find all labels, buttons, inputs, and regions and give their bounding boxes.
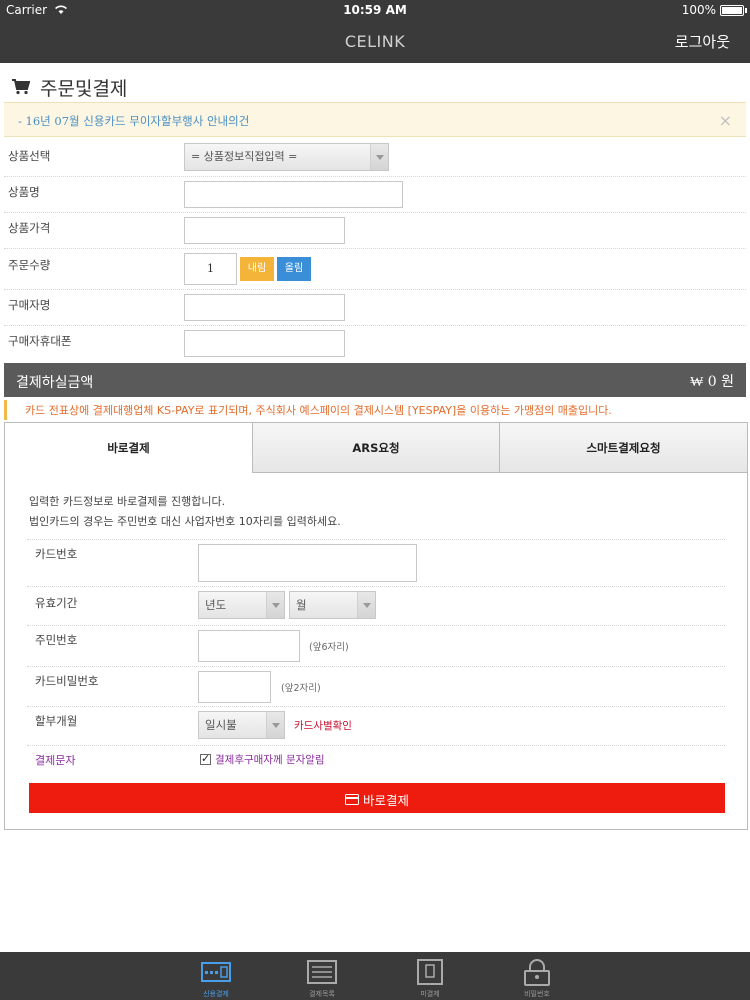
- product-price-input[interactable]: [184, 217, 345, 244]
- sms-label: 결제문자: [35, 754, 76, 767]
- intro-line-1: 입력한 카드정보로 바로결제를 진행합니다.: [29, 495, 226, 508]
- notice-text[interactable]: - 16년 07월 신용카드 무이자할부행사 안내의건: [18, 113, 249, 129]
- installment-row: 할부개월 일시불 카드사별확인: [27, 707, 725, 746]
- status-bar: Carrier 10:59 AM 100%: [0, 0, 750, 20]
- check-icon: ✓: [201, 752, 211, 765]
- sms-checkbox-label[interactable]: 결제후구매자께 문자알림: [215, 752, 325, 767]
- form-row-product-name: 상품명: [4, 177, 746, 213]
- lock-icon: [524, 959, 550, 986]
- select-arrow-box: [266, 712, 284, 738]
- resident-number-label: 주민번호: [35, 633, 78, 647]
- installment-value: 일시불: [205, 718, 237, 732]
- buyer-phone-label: 구매자휴대폰: [8, 334, 72, 348]
- intro-line-2: 법인카드의 경우는 주민번호 대신 사업자번호 10자리를 입력하세요.: [29, 515, 341, 528]
- quantity-input[interactable]: 1: [184, 253, 237, 285]
- form-row-product-price: 상품가격: [4, 213, 746, 249]
- total-amount: ₩ 0 원: [690, 374, 734, 390]
- form-row-quantity: 주문수량 1 내림 올림: [4, 249, 746, 290]
- product-select-label: 상품선택: [8, 149, 51, 163]
- total-amount-bar: 결제하실금액 ₩ 0 원: [4, 363, 746, 397]
- expiry-row: 유효기간 년도 월: [27, 587, 725, 626]
- form-row-buyer-phone: 구매자휴대폰: [4, 326, 746, 362]
- pay-now-label: 바로결제: [362, 793, 409, 808]
- expiry-month-value: 월: [296, 598, 307, 612]
- pay-now-button[interactable]: 바로결제: [29, 783, 725, 813]
- expiry-month-select[interactable]: 월: [289, 591, 376, 619]
- card-reader-icon: [201, 962, 231, 982]
- installment-select[interactable]: 일시불: [198, 711, 285, 739]
- buyer-name-input[interactable]: [184, 294, 345, 321]
- expiry-year-value: 년도: [205, 598, 227, 612]
- card-check-link[interactable]: 카드사별확인: [294, 718, 352, 733]
- buyer-phone-input[interactable]: [184, 330, 345, 357]
- pay-now-button-inner: 바로결제: [29, 790, 725, 809]
- battery-percent: 100%: [681, 3, 716, 17]
- sms-checkbox[interactable]: ✓: [200, 752, 211, 765]
- tab-payment-list-label: 결제목록: [309, 990, 335, 998]
- payment-warning: 카드 전표상에 결제대행업체 KS-PAY로 표기되며, 주식회사 예스페이의 …: [4, 400, 746, 420]
- product-select-value: = 상품정보직접입력 =: [191, 150, 298, 163]
- buyer-name-label: 구매자명: [8, 298, 51, 312]
- form-row-buyer-name: 구매자명: [4, 290, 746, 326]
- product-select[interactable]: = 상품정보직접입력 =: [184, 143, 389, 171]
- payment-panel: 바로결제 ARS요청 스마트결제요청 입력한 카드정보로 바로결제를 진행합니다…: [4, 422, 748, 830]
- tab-credit-payment-label: 신용결제: [203, 990, 229, 998]
- tab-credit-payment[interactable]: 신용결제: [186, 952, 246, 1000]
- document-icon: [417, 959, 443, 985]
- page-title: 주문및결제: [40, 77, 128, 100]
- tab-unpaid[interactable]: 미결제: [400, 952, 460, 1000]
- close-icon[interactable]: ×: [719, 111, 732, 130]
- battery-tip: [745, 8, 747, 13]
- tab-smart-payment-request[interactable]: 스마트결제요청: [500, 423, 747, 473]
- app-title: CELINK: [344, 32, 406, 51]
- select-arrow-box: [266, 592, 284, 618]
- resident-number-row: 주민번호 (앞6자리): [27, 626, 725, 667]
- chevron-down-icon: [272, 603, 280, 608]
- select-arrow-box: [357, 592, 375, 618]
- tab-password-label: 비밀번호: [524, 990, 550, 998]
- tab-direct-payment[interactable]: 바로결제: [5, 423, 253, 473]
- page-header: 주문및결제: [12, 75, 128, 100]
- payment-tabs: 바로결제 ARS요청 스마트결제요청: [5, 423, 747, 473]
- bottom-tab-bar: 신용결제 결제목록 미결제 비밀번호: [0, 952, 750, 1000]
- quantity-label: 주문수량: [8, 258, 51, 272]
- nav-bar: CELINK 로그아웃: [0, 20, 750, 63]
- payment-warning-text: 카드 전표상에 결제대행업체 KS-PAY로 표기되며, 주식회사 예스페이의 …: [25, 404, 612, 417]
- card-password-hint: (앞2자리): [281, 683, 321, 694]
- installment-label: 할부개월: [35, 714, 78, 728]
- quantity-down-button[interactable]: 내림: [240, 257, 274, 281]
- card-password-label: 카드비밀번호: [35, 674, 99, 688]
- tab-unpaid-label: 미결제: [420, 990, 440, 998]
- card-number-row: 카드번호: [27, 539, 725, 587]
- resident-number-hint: (앞6자리): [309, 642, 349, 653]
- list-icon: [307, 960, 337, 984]
- product-name-label: 상품명: [8, 185, 40, 199]
- quantity-up-button[interactable]: 올림: [277, 257, 311, 281]
- expiry-label: 유효기간: [35, 596, 78, 610]
- tab-payment-list[interactable]: 결제목록: [292, 952, 352, 1000]
- product-price-label: 상품가격: [8, 221, 51, 235]
- logout-button[interactable]: 로그아웃: [675, 31, 730, 52]
- form-row-product-select: 상품선택 = 상품정보직접입력 =: [4, 140, 746, 177]
- credit-card-icon: [344, 794, 359, 805]
- tab-ars-request[interactable]: ARS요청: [253, 423, 500, 473]
- battery-icon: [720, 5, 744, 16]
- card-password-input[interactable]: [198, 671, 271, 703]
- tab-password[interactable]: 비밀번호: [507, 952, 567, 1000]
- resident-number-input[interactable]: [198, 630, 300, 662]
- select-arrow-box: [370, 144, 388, 170]
- notice-banner[interactable]: - 16년 07월 신용카드 무이자할부행사 안내의건 ×: [4, 102, 746, 137]
- card-number-input[interactable]: [198, 544, 417, 582]
- cart-icon: [12, 79, 30, 95]
- clock: 10:59 AM: [343, 3, 407, 17]
- sms-row: 결제문자 ✓ 결제후구매자께 문자알림: [27, 746, 725, 774]
- card-number-label: 카드번호: [35, 547, 78, 561]
- chevron-down-icon: [376, 155, 384, 160]
- card-password-row: 카드비밀번호 (앞2자리): [27, 667, 725, 707]
- product-name-input[interactable]: [184, 181, 403, 208]
- expiry-year-select[interactable]: 년도: [198, 591, 285, 619]
- total-label: 결제하실금액: [16, 375, 94, 391]
- chevron-down-icon: [272, 723, 280, 728]
- chevron-down-icon: [363, 603, 371, 608]
